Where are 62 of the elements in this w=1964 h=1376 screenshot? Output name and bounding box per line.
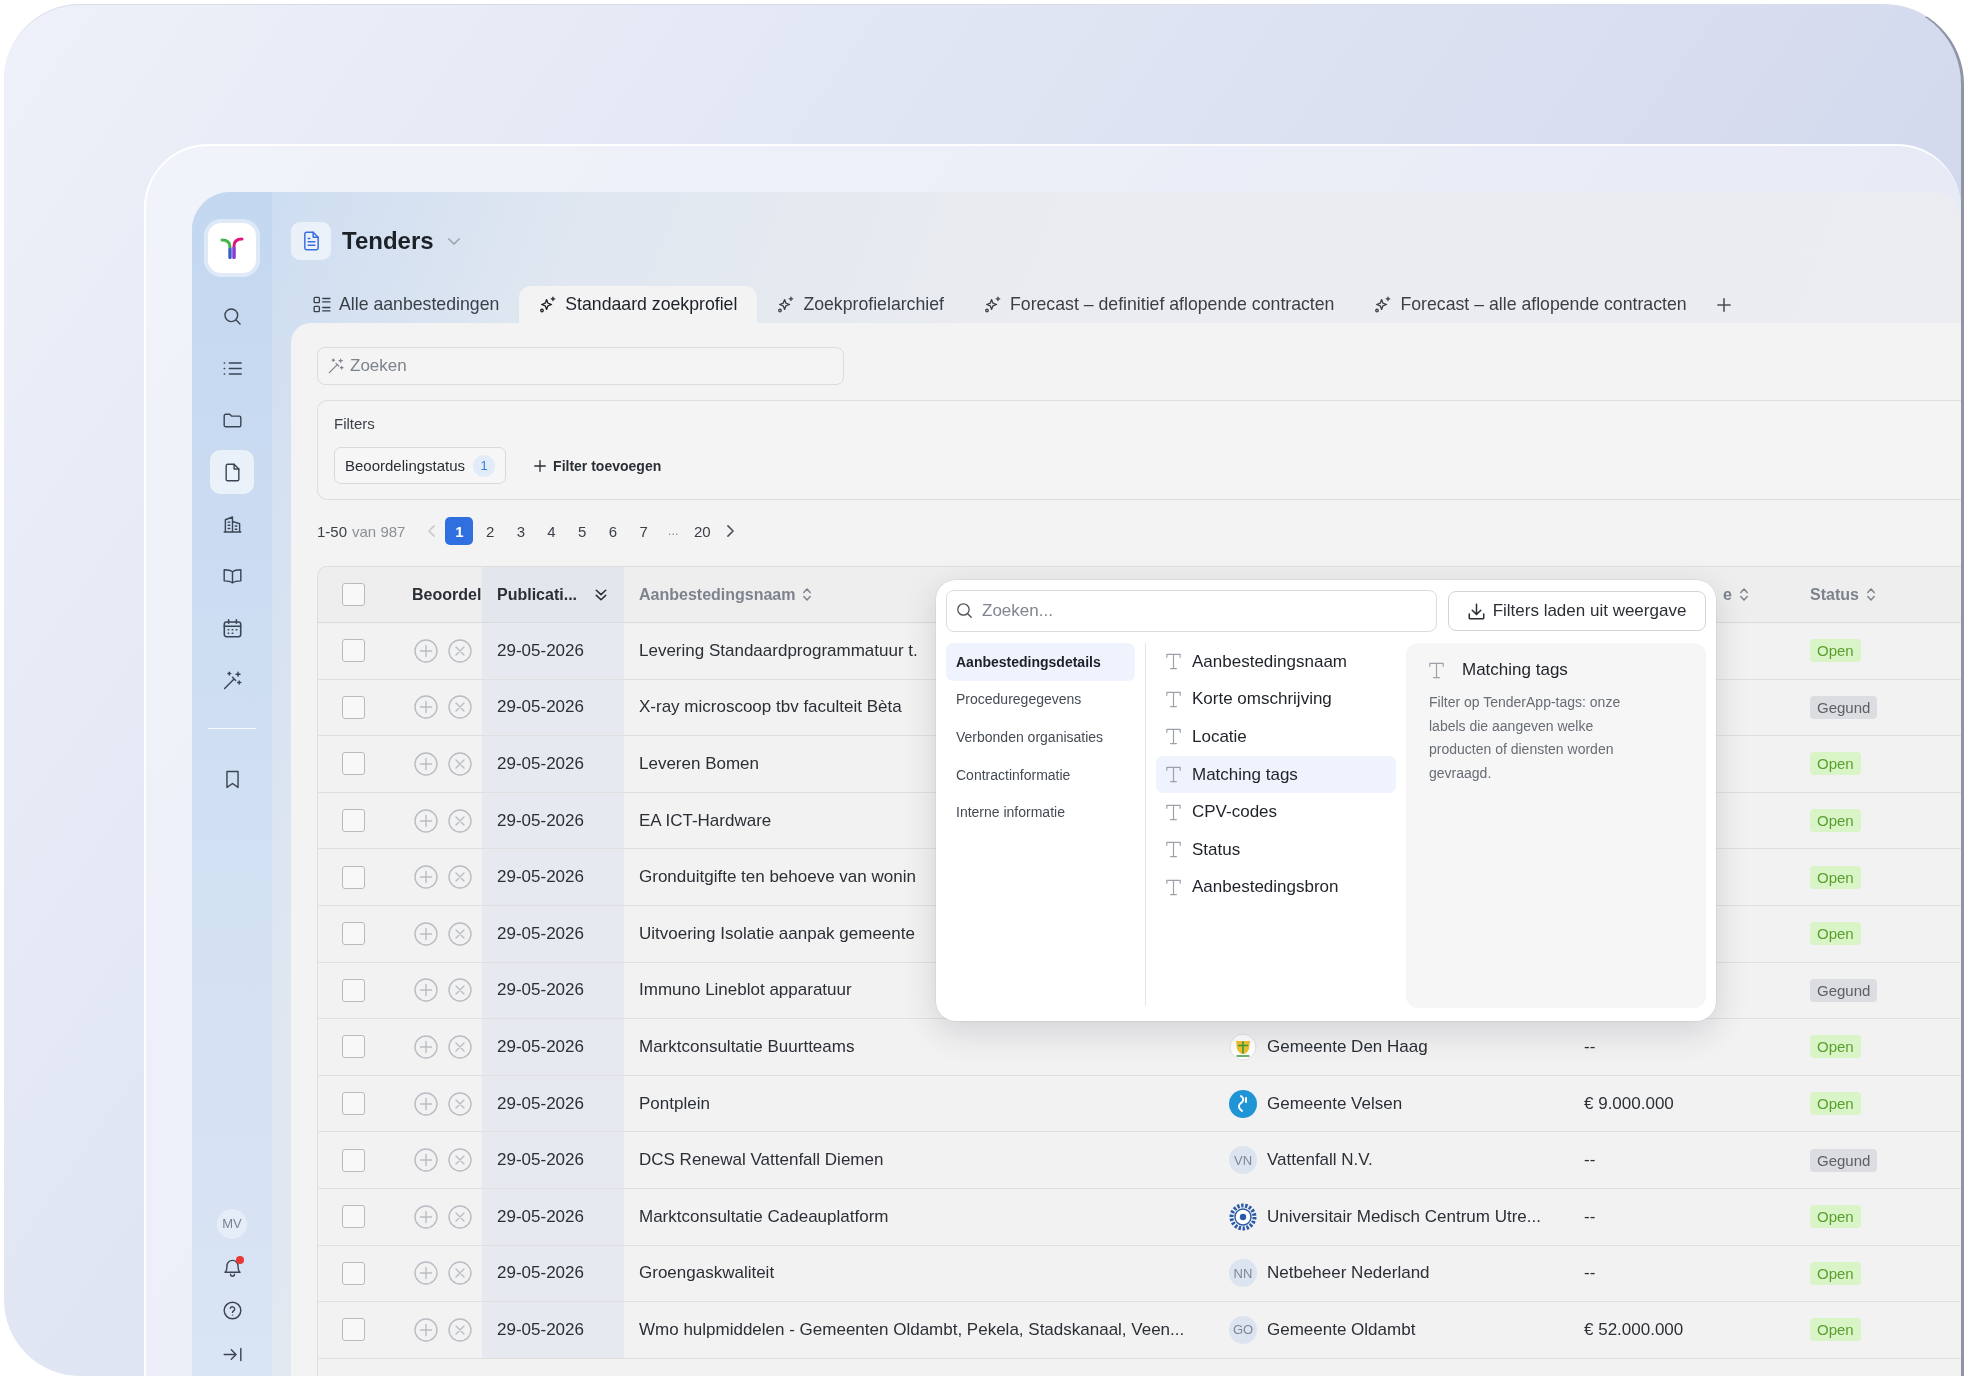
table-cell: € 9.000.000 (1584, 1093, 1674, 1114)
table-cell: 29-05-2026 (482, 1245, 624, 1302)
table-cell: 29-05-2026 (482, 623, 624, 679)
status-badge: Open (1810, 865, 1861, 889)
status-badge: Gegund (1810, 695, 1878, 719)
status-badge: Open (1810, 1205, 1861, 1229)
filter-panel-title: Filters (334, 415, 375, 433)
table-cell: 29-05-2026 (482, 679, 624, 736)
table-cell: 29-05-2026 (482, 962, 624, 1019)
table-cell: EA ICT-Hardware (639, 810, 772, 831)
organisation-name: Netbeheer Nederland (1267, 1263, 1430, 1284)
table-cell: 29-05-2026 (482, 1188, 624, 1245)
initials-avatar: NN (1229, 1259, 1257, 1288)
status-badge: Open (1810, 922, 1861, 946)
result-total: van 987 (352, 522, 406, 540)
table-cell: Gronduitgifte ten behoeve van wonin (639, 867, 916, 888)
column-header: Beoordel (411, 584, 482, 605)
table-cell: -- (1584, 1150, 1596, 1171)
table-cell: 29-05-2026 (482, 1019, 624, 1075)
page-ellipsis: ... (666, 522, 680, 540)
initials-avatar: GO (1229, 1315, 1257, 1344)
table-cell: DCS Renewal Vattenfall Diemen (639, 1150, 884, 1171)
table-cell: X-ray microscoop tbv faculteit Bèta (639, 697, 902, 718)
count-badge: 1 (473, 454, 496, 477)
status-badge: Open (1810, 1035, 1861, 1059)
table-cell: -- (1584, 1036, 1596, 1057)
status-badge: Open (1810, 1261, 1861, 1285)
table-cell: Leveren Bomen (639, 754, 760, 774)
table-cell: Levering Standaardprogrammatuur t. (639, 640, 918, 661)
table-cell: 29-05-2026 (482, 1302, 624, 1358)
table-cell: 29-05-2026 (482, 905, 624, 962)
table-cell: Pontplein (639, 1093, 710, 1114)
status-badge: Open (1810, 1318, 1861, 1342)
status-badge: Open (1810, 639, 1861, 663)
table-cell: -- (1584, 1263, 1596, 1284)
table-cell: 29-05-2026 (482, 1132, 624, 1188)
status-badge: Open (1810, 1092, 1861, 1116)
organisation-name: Universitair Medisch Centrum Utre... (1267, 1206, 1541, 1227)
table-cell: -- (1584, 1206, 1596, 1227)
table-cell: 29-05-2026 (482, 792, 624, 849)
table-cell: € 52.000.000 (1584, 1319, 1684, 1340)
table-cell: Marktconsultatie Buurtteams (639, 1036, 855, 1057)
organisation-name: Gemeente Oldambt (1267, 1319, 1416, 1340)
status-badge: Gegund (1810, 1148, 1878, 1172)
table-cell: Immuno Lineblot apparatuur (639, 980, 852, 1001)
table-cell: 29-05-2026 (482, 1075, 624, 1132)
table-cell: Wmo hulpmiddelen - Gemeenten Oldambt, Pekela, Stadskanaal, Veen... (639, 1319, 1185, 1340)
table-cell: Uitvoering Isolatie aanpak gemeente (639, 923, 915, 944)
table-cell: Groengaskwaliteit (639, 1263, 775, 1284)
status-badge: Gegund (1810, 978, 1878, 1002)
table-cell: 29-05-2026 (482, 849, 624, 905)
table-cell: Marktconsultatie Cadeauplatform (639, 1206, 889, 1227)
result-range: 1-50 (317, 522, 348, 540)
organisation-name: Gemeente Den Haag (1267, 1036, 1428, 1057)
organisation-name: Gemeente Velsen (1267, 1093, 1403, 1114)
organisation-name: Vattenfall N.V. (1267, 1150, 1373, 1171)
field-detail-title: Matching tags (1462, 660, 1568, 680)
initials-avatar: VN (1229, 1146, 1257, 1175)
field-detail-description: Filter op TenderApp-tags: onze labels die aangeven welke producten of diensten worden gevraagd. (1429, 693, 1622, 783)
status-badge: Open (1810, 809, 1861, 833)
status-badge: Open (1810, 752, 1861, 776)
table-cell: 29-05-2026 (482, 736, 624, 792)
